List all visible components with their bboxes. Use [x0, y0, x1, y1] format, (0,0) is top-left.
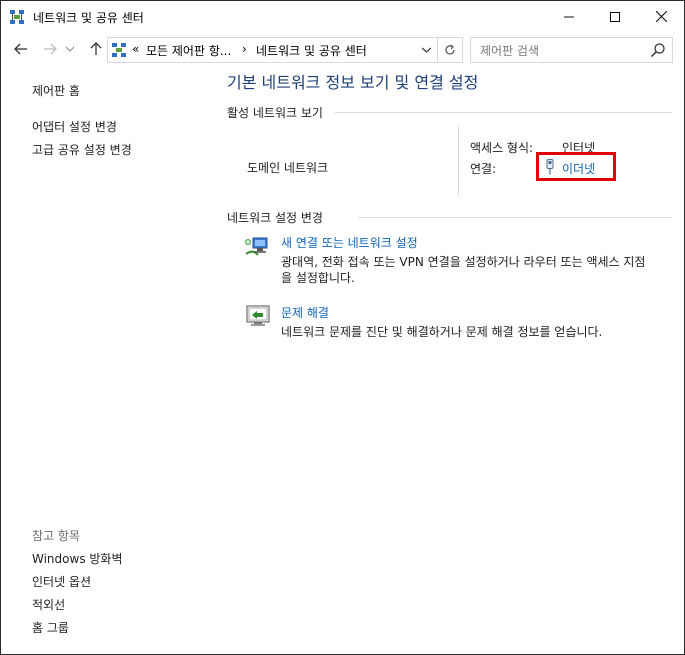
- breadcrumb-network-center[interactable]: 네트워크 및 공유 센터: [256, 42, 367, 59]
- close-button[interactable]: [638, 1, 684, 32]
- sidebar-item-infrared[interactable]: 적외선: [32, 596, 65, 613]
- navigation-bar: « 모든 제어판 항... › 네트워크 및 공유 센터 제어판 검색: [1, 34, 684, 64]
- new-connection-link[interactable]: 새 연결 또는 네트워크 설정: [281, 234, 418, 251]
- troubleshoot-link[interactable]: 문제 해결: [281, 304, 329, 321]
- ethernet-highlight-box: [536, 152, 616, 181]
- new-connection-description-line2: 을 설정합니다.: [281, 271, 355, 285]
- search-icon[interactable]: [650, 42, 666, 58]
- sidebar-item-internet-options[interactable]: 인터넷 옵션: [32, 573, 91, 590]
- troubleshoot-icon: [246, 305, 270, 326]
- connection-label: 연결:: [470, 162, 497, 176]
- sidebar-item-control-panel-home[interactable]: 제어판 홈: [32, 82, 80, 99]
- maximize-button[interactable]: [592, 1, 638, 32]
- control-panel-icon: [112, 43, 126, 57]
- refresh-icon: [445, 44, 455, 55]
- sidebar-item-change-adapter-settings[interactable]: 어댑터 설정 변경: [32, 118, 117, 135]
- chevron-down-icon: [421, 47, 431, 53]
- chevron-down-icon: [66, 46, 74, 52]
- new-connection-description-line1: 광대역, 전화 접속 또는 VPN 연결을 설정하거나 라우터 또는 액세스 지…: [281, 255, 646, 269]
- access-type-label: 액세스 형식:: [470, 141, 534, 155]
- change-settings-heading: 네트워크 설정 변경: [227, 211, 323, 225]
- network-name: 도메인 네트워크: [247, 161, 329, 175]
- recent-locations-button[interactable]: [63, 38, 77, 60]
- sidebar-item-windows-firewall[interactable]: Windows 방화벽: [32, 550, 123, 567]
- page-title: 기본 네트워크 정보 보기 및 연결 설정: [227, 73, 479, 92]
- search-input[interactable]: 제어판 검색: [480, 42, 539, 59]
- arrow-left-icon: [14, 43, 27, 55]
- arrow-up-icon: [90, 42, 102, 55]
- minimize-button[interactable]: [546, 1, 592, 32]
- new-connection-icon: [245, 237, 268, 256]
- network-info-separator: [458, 126, 459, 196]
- window-title: 네트워크 및 공유 센터: [33, 11, 144, 25]
- active-networks-divider: [335, 112, 672, 113]
- sidebar-item-homegroup[interactable]: 홈 그룹: [32, 619, 69, 636]
- sidebar-item-advanced-sharing-settings[interactable]: 고급 공유 설정 변경: [32, 141, 132, 158]
- arrow-right-icon: [44, 43, 57, 55]
- close-icon: [655, 11, 667, 22]
- active-networks-heading: 활성 네트워크 보기: [227, 106, 323, 120]
- window: 네트워크 및 공유 센터 « 모든 제어판 항... › 네트워크 및 공유 센…: [0, 0, 685, 655]
- troubleshoot-description: 네트워크 문제를 진단 및 해결하거나 문제 해결 정보를 얻습니다.: [281, 325, 603, 339]
- see-also-heading: 참고 항목: [32, 529, 80, 543]
- refresh-button[interactable]: [437, 38, 462, 62]
- up-button[interactable]: [85, 38, 107, 60]
- title-bar: 네트워크 및 공유 센터: [1, 1, 684, 32]
- network-center-icon: [10, 10, 24, 24]
- breadcrumb-overflow[interactable]: «: [132, 42, 139, 56]
- breadcrumb-all-control-panel[interactable]: 모든 제어판 항...: [146, 42, 231, 59]
- search-box[interactable]: 제어판 검색: [470, 37, 673, 63]
- forward-button[interactable]: [39, 38, 61, 60]
- minimize-icon: [564, 16, 574, 17]
- address-dropdown-button[interactable]: [418, 41, 434, 59]
- change-settings-divider: [358, 217, 672, 218]
- address-bar[interactable]: « 모든 제어판 항... › 네트워크 및 공유 센터: [107, 37, 463, 63]
- breadcrumb-separator[interactable]: ›: [242, 42, 247, 56]
- maximize-icon: [610, 11, 620, 22]
- back-button[interactable]: [10, 38, 32, 60]
